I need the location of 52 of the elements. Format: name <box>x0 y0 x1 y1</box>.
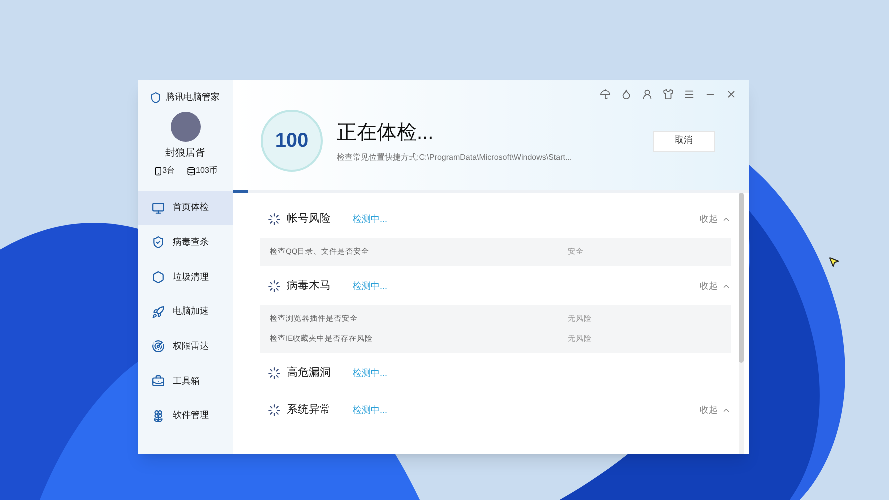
spinner-icon <box>268 280 281 293</box>
user-name: 封狼居胥 <box>166 146 206 161</box>
sidebar-item[interactable]: 病毒查杀 <box>138 226 233 260</box>
section-status: 检测中... <box>353 212 388 226</box>
avatar <box>170 112 200 142</box>
section-status: 检测中... <box>353 366 388 380</box>
toolbox-icon <box>152 374 165 388</box>
droplet-icon[interactable] <box>621 89 632 100</box>
app-title: 腾讯电脑管家 <box>166 91 220 104</box>
scan-title: 正在体检... <box>337 121 435 146</box>
sidebar-item[interactable]: 垃圾清理 <box>138 260 233 294</box>
umbrella-icon[interactable] <box>600 89 611 100</box>
collapse-toggle[interactable]: 收起 <box>700 280 731 294</box>
close-icon[interactable] <box>726 89 737 100</box>
chevron-up-icon <box>722 215 731 224</box>
cancel-button[interactable]: 取消 <box>653 130 715 152</box>
scan-detail: 检查常见位置快捷方式:C:\ProgramData\Microsoft\Windows\Start... <box>337 152 572 164</box>
section-title: 帐号风险 <box>287 212 332 228</box>
shirt-icon[interactable] <box>663 89 674 100</box>
sidebar-item[interactable]: 电脑加速 <box>138 295 233 330</box>
flower-icon <box>152 410 165 423</box>
sidebar-item[interactable]: 权限雷达 <box>138 330 233 364</box>
sidebar-item[interactable]: 首页体检 <box>138 191 233 225</box>
section-status: 检测中... <box>353 404 388 417</box>
menu-icon[interactable] <box>684 89 695 100</box>
section-title: 高危漏洞 <box>287 366 332 382</box>
rocket-icon <box>152 306 165 319</box>
device-icon <box>154 166 163 176</box>
coin-count[interactable]: 103币 <box>196 165 218 177</box>
hexagon-icon <box>152 270 165 284</box>
cursor-icon <box>828 256 840 268</box>
coin-icon <box>187 166 196 176</box>
monitor-icon <box>152 202 165 214</box>
chevron-up-icon <box>722 406 731 415</box>
spinner-icon <box>268 404 281 417</box>
radar-icon <box>152 340 165 354</box>
section-status: 检测中... <box>353 280 388 293</box>
device-count[interactable]: 3台 <box>162 165 176 177</box>
sidebar-item[interactable]: 工具箱 <box>138 364 233 398</box>
section-title: 病毒木马 <box>287 279 332 294</box>
shield-icon <box>152 236 165 250</box>
spinner-icon <box>268 213 281 226</box>
scrollbar-thumb[interactable] <box>739 193 744 363</box>
collapse-toggle[interactable]: 收起 <box>700 404 731 418</box>
sidebar-item[interactable]: 软件管理 <box>138 399 233 434</box>
section-title: 系统异常 <box>287 402 332 418</box>
spinner-icon <box>268 367 281 380</box>
collapse-toggle[interactable]: 收起 <box>700 212 731 226</box>
user-icon[interactable] <box>642 89 653 100</box>
app-logo-icon <box>150 92 162 104</box>
chevron-up-icon <box>722 282 731 291</box>
score-value: 100 <box>275 129 309 154</box>
